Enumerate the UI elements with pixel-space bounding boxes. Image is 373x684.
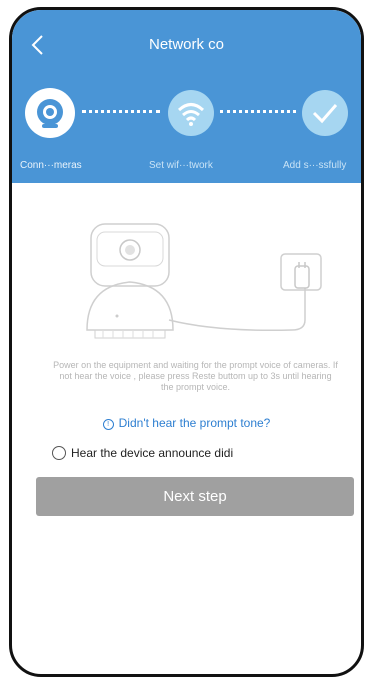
info-icon: ! [102, 419, 114, 430]
step-connect [25, 88, 75, 138]
step-label-done: Add s···ssfully [283, 160, 347, 171]
header: Network co Conn···meras Set wif···twork … [12, 10, 361, 183]
step-connector [82, 110, 160, 116]
instruction-text: Power on the equipment and waiting for t… [53, 360, 338, 392]
check-icon [312, 104, 338, 124]
prompt-tone-help-link[interactable]: ! Didn't hear the prompt tone? [12, 416, 361, 430]
phone-frame: Network co Conn···meras Set wif···twork … [9, 7, 364, 677]
next-step-button[interactable]: Next step [36, 477, 354, 516]
hear-device-radio-row[interactable]: Hear the device announce didi [52, 446, 233, 460]
step-label-connect: Conn···meras [20, 160, 82, 171]
step-wifi [168, 90, 214, 136]
camera-plug-illustration [86, 223, 322, 339]
help-link-label: Didn't hear the prompt tone? [118, 416, 271, 430]
step-label-wifi: Set wif···twork [149, 160, 213, 171]
hear-device-label: Hear the device announce didi [71, 446, 234, 460]
step-connector [220, 110, 296, 116]
camera-icon [37, 99, 63, 128]
page-title: Network co [148, 36, 225, 53]
wifi-icon [177, 103, 205, 126]
hear-device-radio[interactable] [52, 446, 66, 460]
step-done [302, 90, 348, 136]
